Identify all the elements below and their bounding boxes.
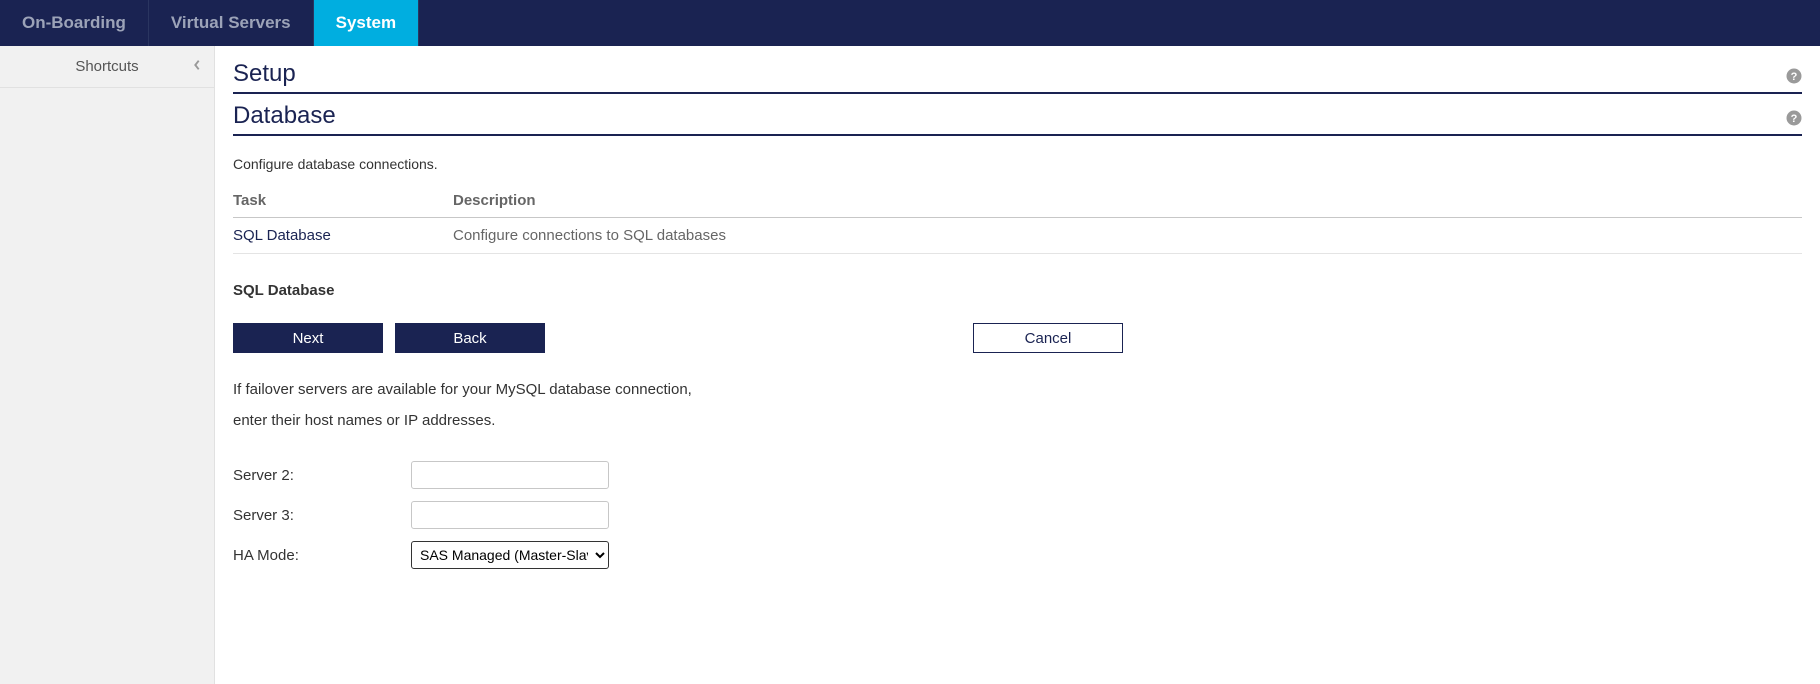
page-title: Setup <box>233 60 296 92</box>
ha-mode-label: HA Mode: <box>233 547 411 564</box>
sidebar-title: Shortcuts <box>75 58 138 75</box>
back-button[interactable]: Back <box>395 323 545 353</box>
wizard-button-row: Next Back Cancel <box>233 323 1123 353</box>
form: Server 2: Server 3: HA Mode: SAS Managed… <box>233 461 1802 569</box>
tab-system[interactable]: System <box>314 0 419 46</box>
task-link-sql-database[interactable]: SQL Database <box>233 227 331 244</box>
tab-virtual-servers[interactable]: Virtual Servers <box>149 0 314 46</box>
help-icon[interactable]: ? <box>1786 68 1802 84</box>
description-header: Description <box>453 186 1802 218</box>
sidebar-collapse-icon[interactable] <box>192 58 202 75</box>
server2-label: Server 2: <box>233 467 411 484</box>
help-icon[interactable]: ? <box>1786 110 1802 126</box>
subtitle-rule <box>233 134 1802 136</box>
sidebar: Shortcuts <box>0 46 215 684</box>
ha-mode-select[interactable]: SAS Managed (Master-Slave) <box>411 541 609 569</box>
title-rule <box>233 92 1802 94</box>
server2-input[interactable] <box>411 461 609 489</box>
svg-text:?: ? <box>1791 113 1798 125</box>
svg-text:?: ? <box>1791 71 1798 83</box>
wizard-desc-1: If failover servers are available for yo… <box>233 381 1802 398</box>
sidebar-header: Shortcuts <box>0 46 214 88</box>
intro-text: Configure database connections. <box>233 156 1802 172</box>
top-nav: On-Boarding Virtual Servers System <box>0 0 1820 46</box>
server3-input[interactable] <box>411 501 609 529</box>
tab-on-boarding[interactable]: On-Boarding <box>0 0 149 46</box>
main-content: Setup ? Database ? Configure database co… <box>215 46 1820 684</box>
wizard-title: SQL Database <box>233 282 1802 299</box>
next-button[interactable]: Next <box>233 323 383 353</box>
section-subtitle: Database <box>233 102 336 134</box>
task-header: Task <box>233 186 453 218</box>
task-description: Configure connections to SQL databases <box>453 218 1802 254</box>
table-row: SQL Database Configure connections to SQ… <box>233 218 1802 254</box>
task-table: Task Description SQL Database Configure … <box>233 186 1802 254</box>
wizard-desc-2: enter their host names or IP addresses. <box>233 412 1802 429</box>
cancel-button[interactable]: Cancel <box>973 323 1123 353</box>
server3-label: Server 3: <box>233 507 411 524</box>
